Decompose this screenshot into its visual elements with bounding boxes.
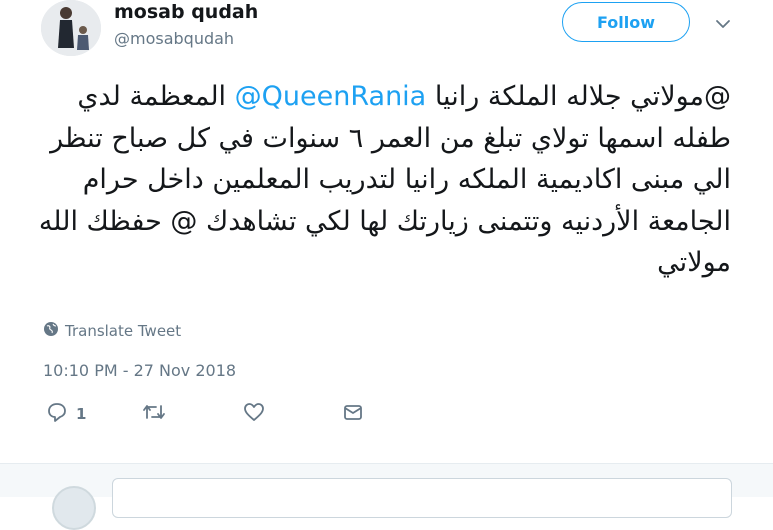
reply-icon: [46, 401, 68, 427]
message-icon: [342, 401, 364, 427]
globe-icon: [43, 321, 59, 341]
tweet-text: @مولاتي جلاله الملكة رانيا @QueenRania ا…: [20, 76, 731, 284]
current-user-avatar: [52, 486, 96, 530]
mention-link[interactable]: @QueenRania: [235, 81, 427, 112]
follow-button[interactable]: Follow: [562, 2, 690, 42]
tweet-timestamp[interactable]: 10:10 PM - 27 Nov 2018: [43, 361, 236, 380]
retweet-button[interactable]: [141, 401, 175, 427]
retweet-icon: [141, 401, 167, 427]
reply-count: 1: [76, 405, 87, 423]
like-icon: [243, 401, 265, 427]
like-button[interactable]: [243, 401, 273, 427]
translate-tweet-link[interactable]: Translate Tweet: [43, 321, 181, 341]
tweet-text-line1: @مولاتي جلاله الملكة رانيا: [434, 81, 731, 112]
author-handle[interactable]: @mosabqudah: [114, 29, 234, 48]
author-name[interactable]: mosab qudah: [114, 1, 258, 23]
reply-button[interactable]: 1: [46, 401, 86, 427]
author-avatar-image: [41, 0, 101, 56]
reply-input[interactable]: [112, 478, 732, 518]
translate-label: Translate Tweet: [65, 322, 182, 340]
author-avatar[interactable]: [41, 0, 101, 56]
chevron-down-icon[interactable]: [713, 14, 733, 34]
direct-message-button[interactable]: [342, 401, 364, 427]
